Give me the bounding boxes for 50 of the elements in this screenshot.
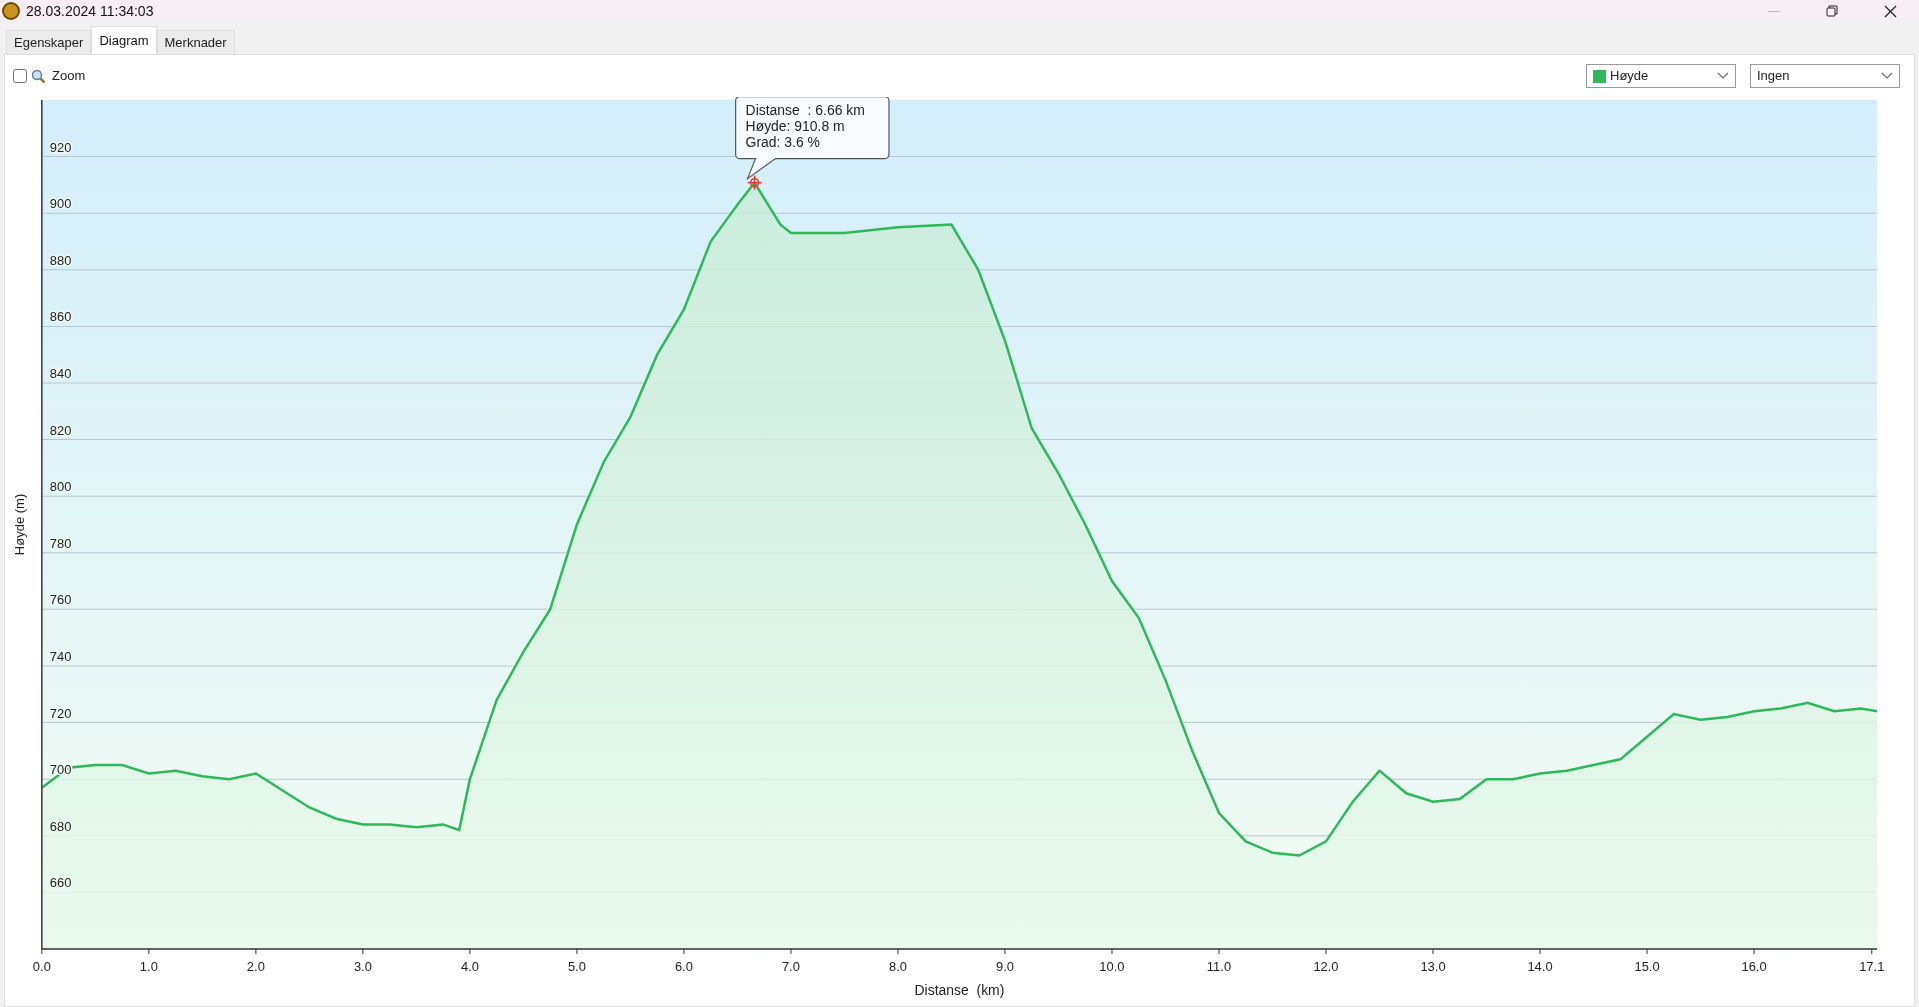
tooltip-text: Grad: 3.6 % [745, 133, 820, 150]
tab[interactable]: Egenskaper [6, 30, 92, 54]
x-tick-label: 9.0 [995, 958, 1014, 974]
x-tick-label: 2.0 [246, 958, 265, 974]
y-tick-label: 820 [49, 422, 72, 438]
y-tick-label: 900 [49, 196, 72, 212]
x-tick-label: 0.0 [32, 958, 51, 974]
x-tick-label: 1.0 [139, 958, 158, 974]
close-icon [1883, 4, 1897, 18]
tooltip-text: Høyde: 910.8 m [745, 117, 845, 134]
tab[interactable]: Diagram [91, 26, 157, 54]
y-tick-label: 840 [49, 365, 72, 381]
dropdown[interactable]: Ingen [1750, 64, 1900, 88]
restore-icon [1826, 5, 1838, 17]
dropdown[interactable]: Høyde [1586, 64, 1736, 88]
tab[interactable]: Merknader [156, 30, 235, 54]
x-tick-label: 3.0 [353, 958, 372, 974]
x-tick-label: 11.0 [1206, 958, 1232, 974]
x-axis-title: Distanse (km) [914, 981, 1005, 998]
x-tick-label: 13.0 [1420, 958, 1446, 974]
y-tick-label: 720 [49, 705, 72, 721]
y-tick-label: 880 [49, 252, 72, 268]
zoom-checkbox[interactable] [13, 69, 27, 83]
tooltip-text: Distanse : 6.66 km [745, 101, 865, 118]
y-axis-title: Høyde (m) [11, 493, 27, 556]
x-tick-label: 15.0 [1634, 958, 1660, 974]
x-tick-label: 8.0 [888, 958, 907, 974]
x-tick-label: 17.1 [1859, 958, 1885, 974]
chevron-down-icon [1717, 72, 1729, 80]
y-tick-label: 660 [49, 875, 72, 891]
x-tick-label: 5.0 [567, 958, 586, 974]
y-tick-label: 740 [49, 648, 72, 664]
x-tick-label: 7.0 [781, 958, 800, 974]
x-tick-label: 14.0 [1527, 958, 1553, 974]
x-tick-label: 10.0 [1099, 958, 1125, 974]
y-tick-label: 680 [49, 818, 72, 834]
window-title: 28.03.2024 11:34:03 [26, 1, 154, 21]
app-logo-icon [2, 2, 20, 20]
search-icon [31, 68, 46, 84]
y-tick-label: 760 [49, 592, 72, 608]
y-tick-label: 920 [49, 139, 72, 155]
x-tick-label: 4.0 [460, 958, 479, 974]
y-tick-label: 780 [49, 535, 72, 551]
y-tick-label: 800 [49, 479, 72, 495]
x-tick-label: 12.0 [1313, 958, 1339, 974]
chevron-down-icon [1881, 72, 1893, 80]
zoom-label: Zoom [52, 67, 86, 86]
x-tick-label: 6.0 [674, 958, 693, 974]
y-tick-label: 860 [49, 309, 72, 325]
x-tick-label: 16.0 [1741, 958, 1767, 974]
